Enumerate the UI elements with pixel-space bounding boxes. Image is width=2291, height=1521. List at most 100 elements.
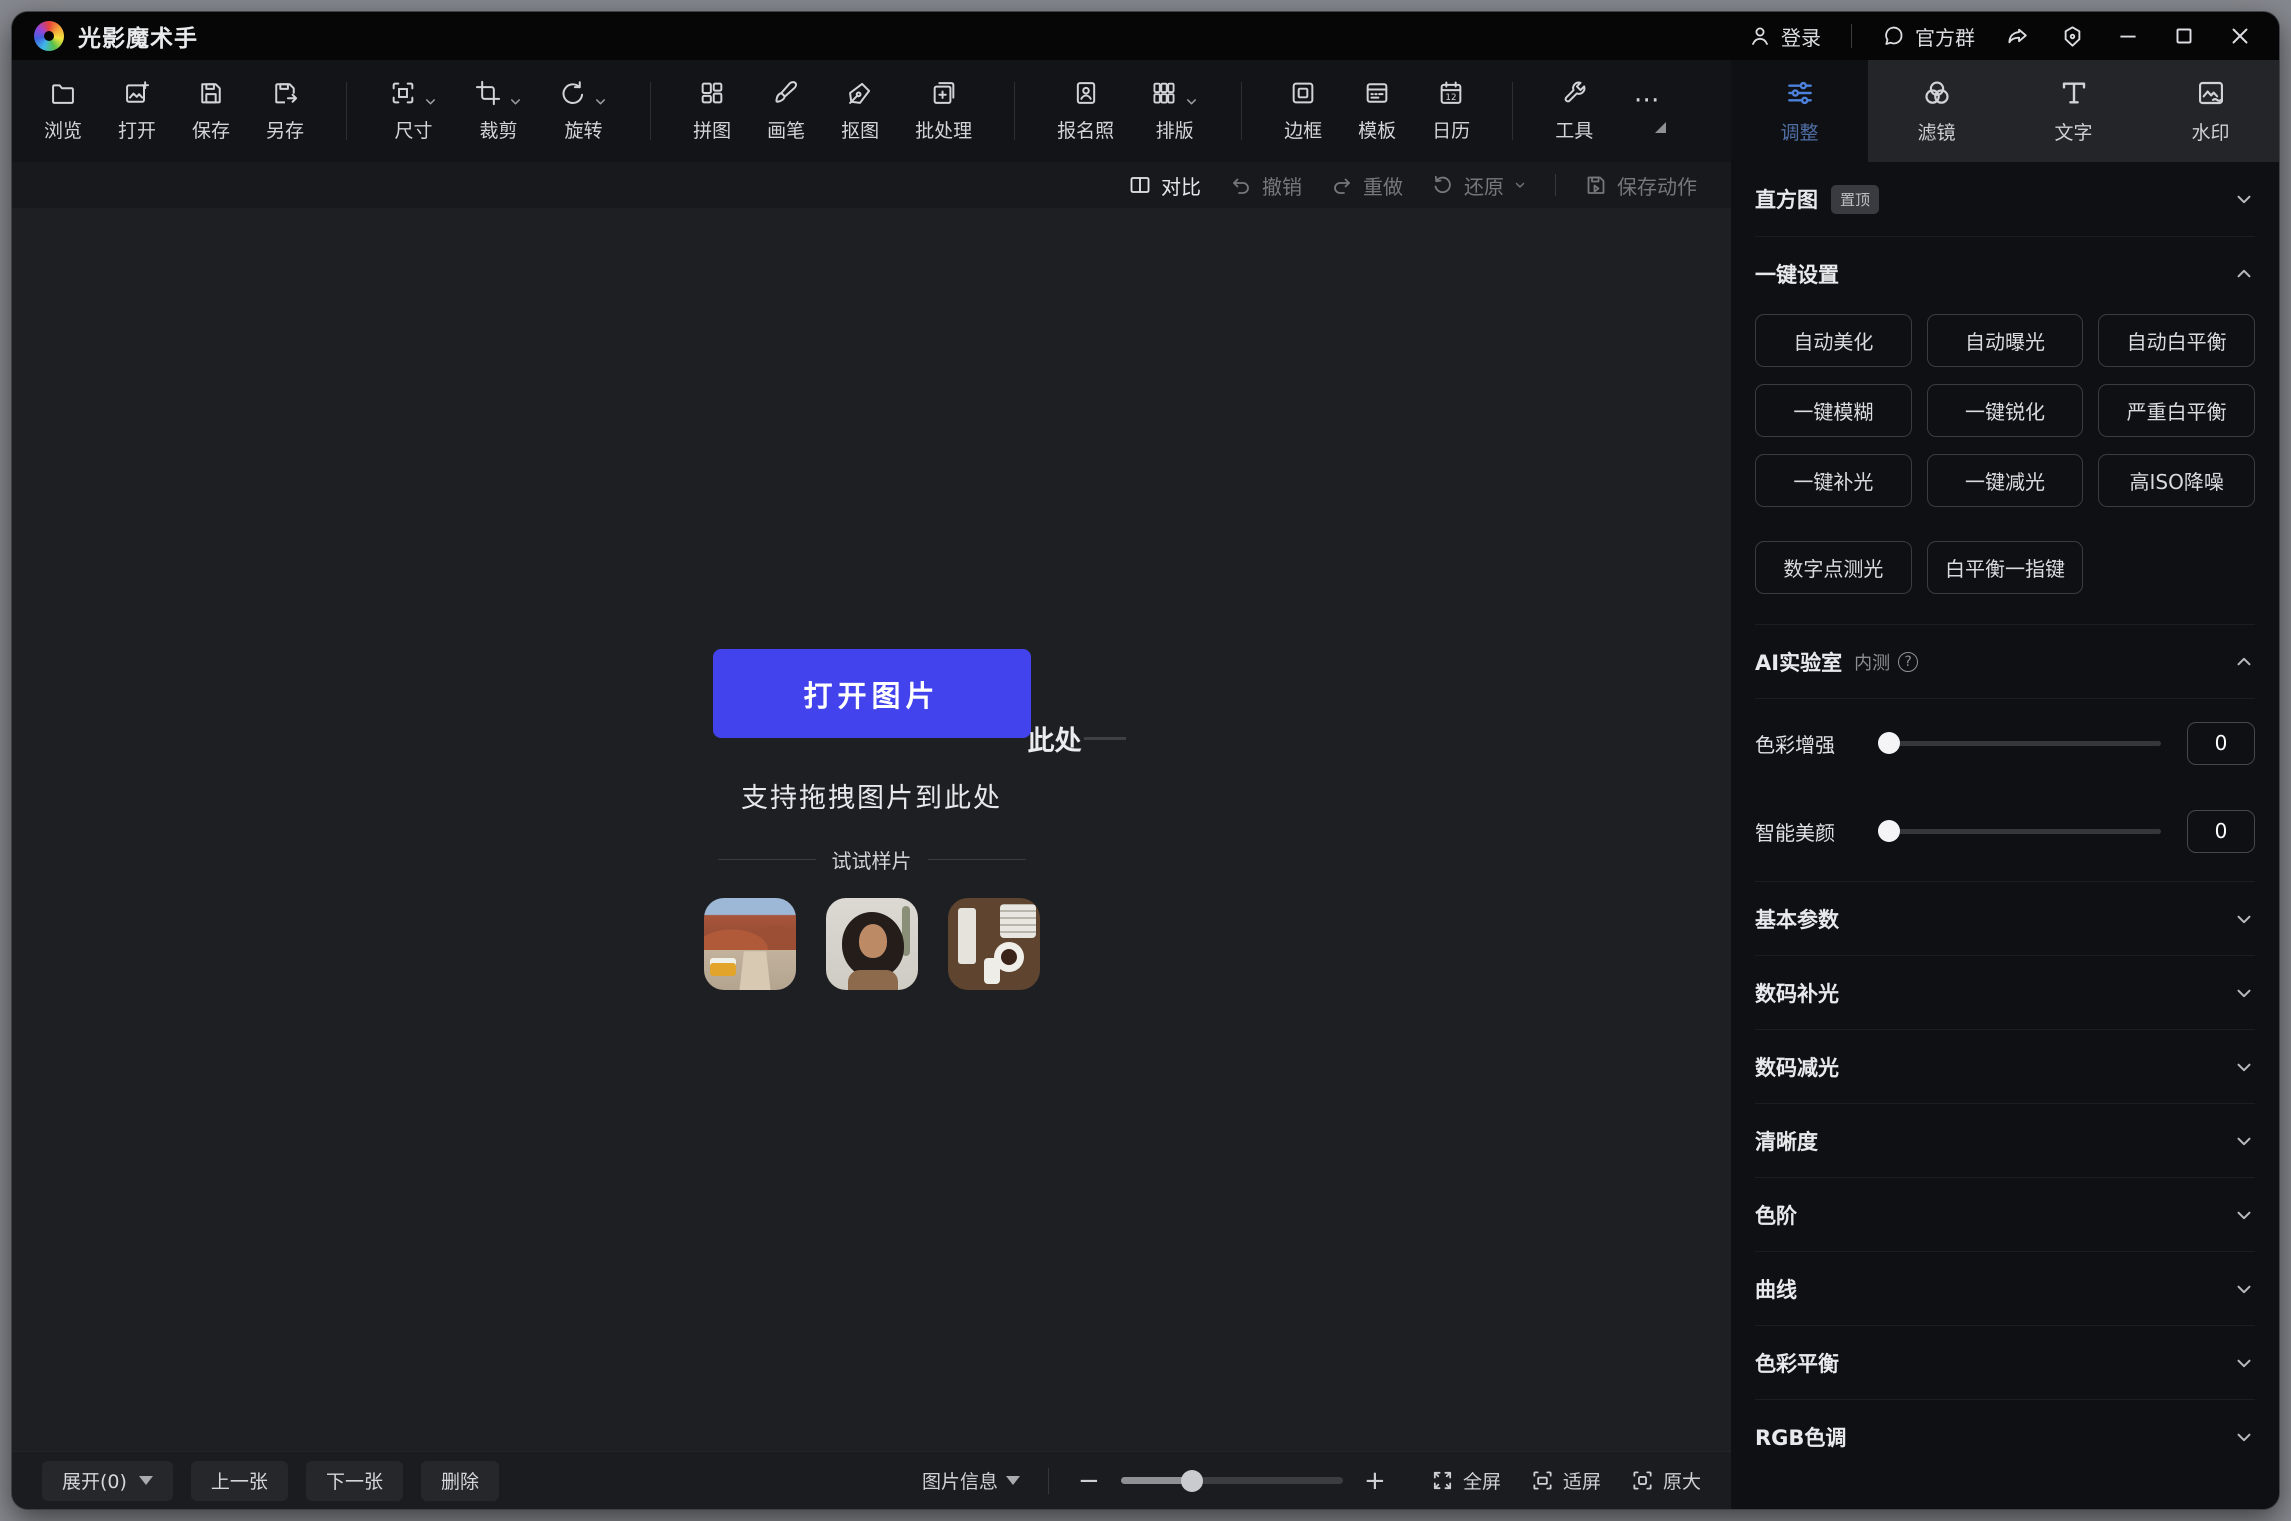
zoom-slider-thumb[interactable] bbox=[1181, 1470, 1203, 1492]
triangle-down-icon bbox=[139, 1476, 153, 1485]
divider-line bbox=[928, 859, 1026, 860]
toolbar-tools[interactable]: 工具 bbox=[1555, 79, 1593, 143]
sample-photo-desert-van[interactable] bbox=[704, 898, 796, 990]
toolbar-size[interactable]: 尺寸 bbox=[389, 79, 438, 143]
maximize-button[interactable] bbox=[2171, 23, 2197, 49]
one-click-blur-button[interactable]: 一键模糊 bbox=[1755, 384, 1912, 437]
fit-screen-button[interactable]: 适屏 bbox=[1531, 1467, 1601, 1494]
toolbar-collage[interactable]: 拼图 bbox=[693, 79, 731, 143]
section-levels[interactable]: 色阶 bbox=[1755, 1177, 2255, 1251]
save-action-icon bbox=[1584, 173, 1608, 197]
toolbar-calendar[interactable]: 12 日历 bbox=[1432, 79, 1470, 143]
white-balance-one-key-button[interactable]: 白平衡一指键 bbox=[1927, 541, 2084, 594]
expand-filmstrip-button[interactable]: 展开(0) bbox=[42, 1461, 173, 1501]
original-size-icon bbox=[1631, 1469, 1654, 1492]
toolbar-id-photo[interactable]: 报名照 bbox=[1057, 79, 1114, 143]
one-click-sharpen-button[interactable]: 一键锐化 bbox=[1927, 384, 2084, 437]
toolbar-batch[interactable]: 批处理 bbox=[915, 79, 972, 143]
section-color-balance[interactable]: 色彩平衡 bbox=[1755, 1325, 2255, 1399]
chevron-up-icon bbox=[2233, 651, 2255, 673]
toolbar-brush[interactable]: 画笔 bbox=[767, 79, 805, 143]
samples-label: 试试样片 bbox=[832, 845, 912, 874]
open-image-button[interactable]: 打开图片 bbox=[713, 649, 1031, 738]
digital-spot-metering-button[interactable]: 数字点测光 bbox=[1755, 541, 1912, 594]
toolbar-save[interactable]: 保存 bbox=[192, 79, 230, 143]
one-click-fill-light-button[interactable]: 一键补光 bbox=[1755, 454, 1912, 507]
beta-tag: 内测 bbox=[1854, 649, 1890, 675]
zoom-slider[interactable] bbox=[1121, 1477, 1343, 1484]
smart-beauty-slider-thumb[interactable] bbox=[1878, 820, 1900, 842]
fullscreen-button[interactable]: 全屏 bbox=[1431, 1467, 1501, 1494]
next-image-button[interactable]: 下一张 bbox=[306, 1461, 403, 1501]
section-basic-params[interactable]: 基本参数 bbox=[1755, 881, 2255, 955]
pinned-badge: 置顶 bbox=[1831, 185, 1879, 214]
zoom-in-button[interactable]: + bbox=[1363, 1466, 1387, 1496]
undo-button[interactable]: 撤销 bbox=[1229, 171, 1302, 200]
image-info-dropdown[interactable]: 图片信息 bbox=[922, 1467, 1020, 1494]
watermark-icon bbox=[2195, 77, 2227, 109]
previous-image-button[interactable]: 上一张 bbox=[191, 1461, 288, 1501]
tab-filters[interactable]: 滤镜 bbox=[1868, 60, 2005, 162]
section-histogram[interactable]: 直方图 置顶 bbox=[1755, 162, 2255, 236]
toolbar-border[interactable]: 边框 bbox=[1284, 79, 1322, 143]
triangle-down-icon bbox=[1006, 1476, 1020, 1485]
chevron-down-icon bbox=[2233, 1204, 2255, 1226]
help-icon: ? bbox=[1898, 652, 1918, 672]
section-rgb-tone[interactable]: RGB色调 bbox=[1755, 1399, 2255, 1473]
redo-button[interactable]: 重做 bbox=[1330, 171, 1403, 200]
login-button[interactable]: 登录 bbox=[1748, 22, 1821, 51]
chevron-down-icon bbox=[423, 94, 438, 109]
toolbar-template[interactable]: 模板 bbox=[1358, 79, 1396, 143]
toolbar-separator bbox=[1512, 82, 1513, 140]
save-action-button[interactable]: 保存动作 bbox=[1584, 171, 1697, 200]
toolbar-save-as[interactable]: 另存 bbox=[266, 79, 304, 143]
minimize-button[interactable] bbox=[2115, 23, 2141, 49]
severe-white-balance-button[interactable]: 严重白平衡 bbox=[2098, 384, 2255, 437]
pen-nib-icon bbox=[846, 79, 874, 107]
color-enhance-slider[interactable] bbox=[1883, 741, 2161, 746]
toolbar-browse[interactable]: 浏览 bbox=[44, 79, 82, 143]
sample-photo-smiling-woman[interactable] bbox=[826, 898, 918, 990]
color-enhance-value[interactable]: 0 bbox=[2187, 722, 2255, 765]
section-curves[interactable]: 曲线 bbox=[1755, 1251, 2255, 1325]
chevron-up-icon bbox=[2233, 263, 2255, 285]
section-digital-fill-light[interactable]: 数码补光 bbox=[1755, 955, 2255, 1029]
toolbar-crop[interactable]: 裁剪 bbox=[474, 79, 523, 143]
toolbar-more-button[interactable]: ⋯ bbox=[1629, 90, 1666, 133]
toolbar-cutout[interactable]: 抠图 bbox=[841, 79, 879, 143]
auto-beautify-button[interactable]: 自动美化 bbox=[1755, 314, 1912, 367]
section-digital-dim-light[interactable]: 数码减光 bbox=[1755, 1029, 2255, 1103]
auto-exposure-button[interactable]: 自动曝光 bbox=[1927, 314, 2084, 367]
section-clarity[interactable]: 清晰度 bbox=[1755, 1103, 2255, 1177]
delete-image-button[interactable]: 删除 bbox=[421, 1461, 499, 1501]
toolbar-rotate[interactable]: 旋转 bbox=[559, 79, 608, 143]
chevron-down-icon bbox=[2233, 908, 2255, 930]
one-click-dim-light-button[interactable]: 一键减光 bbox=[1927, 454, 2084, 507]
auto-white-balance-button[interactable]: 自动白平衡 bbox=[2098, 314, 2255, 367]
tab-text[interactable]: 文字 bbox=[2005, 60, 2142, 162]
smart-beauty-slider-row: 智能美颜 0 bbox=[1755, 787, 2255, 875]
original-size-button[interactable]: 原大 bbox=[1631, 1467, 1701, 1494]
section-one-click-settings[interactable]: 一键设置 bbox=[1755, 236, 2255, 310]
tab-watermark[interactable]: 水印 bbox=[2142, 60, 2279, 162]
tab-adjust[interactable]: 调整 bbox=[1731, 60, 1868, 162]
chevron-down-icon bbox=[2233, 1426, 2255, 1448]
section-ai-lab[interactable]: AI实验室 内测 ? bbox=[1755, 624, 2255, 698]
toolbar-open[interactable]: 打开 bbox=[118, 79, 156, 143]
compare-button[interactable]: 对比 bbox=[1128, 171, 1201, 200]
share-button[interactable] bbox=[2005, 24, 2030, 49]
smart-beauty-slider[interactable] bbox=[1883, 829, 2161, 834]
high-iso-denoise-button[interactable]: 高ISO降噪 bbox=[2098, 454, 2255, 507]
smart-beauty-value[interactable]: 0 bbox=[2187, 810, 2255, 853]
color-enhance-slider-thumb[interactable] bbox=[1878, 732, 1900, 754]
color-enhance-slider-row: 色彩增强 0 bbox=[1755, 699, 2255, 787]
restore-button[interactable]: 还原 bbox=[1431, 171, 1527, 200]
sample-photo-desk-flatlay[interactable] bbox=[948, 898, 1040, 990]
settings-button[interactable] bbox=[2060, 24, 2085, 49]
close-button[interactable] bbox=[2227, 23, 2253, 49]
image-canvas: 打开图片 此处 支持拖拽图片到此处 试试样片 bbox=[12, 208, 1731, 1451]
toolbar-layout[interactable]: 排版 bbox=[1150, 79, 1199, 143]
official-group-button[interactable]: 官方群 bbox=[1882, 22, 1975, 51]
filter-circles-icon bbox=[1921, 77, 1953, 109]
zoom-out-button[interactable]: − bbox=[1077, 1466, 1101, 1496]
